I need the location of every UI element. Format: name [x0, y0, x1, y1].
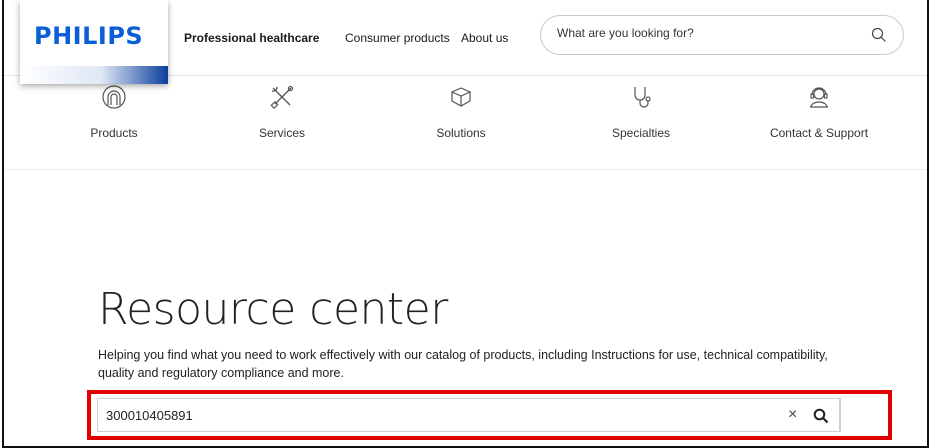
search-divider	[840, 398, 841, 432]
logo-shield-stripe	[20, 66, 168, 84]
tools-icon	[270, 85, 294, 110]
site-search-input[interactable]	[557, 26, 857, 40]
nav-consumer-products[interactable]: Consumer products	[345, 31, 450, 45]
search-icon[interactable]	[871, 27, 887, 43]
page-description: Helping you find what you need to work e…	[98, 348, 828, 380]
browser-frame: PHILIPS Professional healthcare Consumer…	[2, 0, 929, 448]
page-title: Resource center	[98, 284, 448, 335]
category-services[interactable]: Services	[212, 80, 352, 140]
category-services-label: Services	[258, 126, 305, 140]
nav-professional-healthcare[interactable]: Professional healthcare	[184, 31, 319, 45]
site-search[interactable]	[540, 15, 904, 55]
category-contact-support[interactable]: Contact & Support	[749, 80, 889, 140]
category-contact-support-label: Contact & Support	[769, 126, 869, 140]
resource-search-input[interactable]	[106, 408, 706, 423]
top-bar: PHILIPS Professional healthcare Consumer…	[4, 0, 927, 84]
nav-about-us[interactable]: About us	[461, 31, 508, 45]
headset-icon	[810, 87, 828, 108]
category-nav: Products Services Solutions Specialties …	[4, 80, 927, 170]
stethoscope-icon	[634, 87, 651, 108]
category-specialties[interactable]: Specialties	[571, 80, 711, 140]
category-solutions-label: Solutions	[436, 126, 486, 140]
products-icon	[102, 85, 126, 109]
highlight-annotation-box: ×	[87, 390, 892, 440]
category-solutions[interactable]: Solutions	[391, 80, 531, 140]
cube-icon	[450, 87, 472, 108]
logo-wordmark: PHILIPS	[34, 22, 144, 50]
category-specialties-label: Specialties	[611, 126, 671, 140]
category-products-label: Products	[90, 126, 138, 140]
resource-search-icon[interactable]	[813, 408, 829, 424]
clear-icon[interactable]: ×	[788, 406, 797, 424]
philips-logo[interactable]: PHILIPS	[20, 0, 168, 84]
resource-search-box[interactable]: ×	[97, 398, 840, 432]
category-products[interactable]: Products	[44, 80, 184, 140]
